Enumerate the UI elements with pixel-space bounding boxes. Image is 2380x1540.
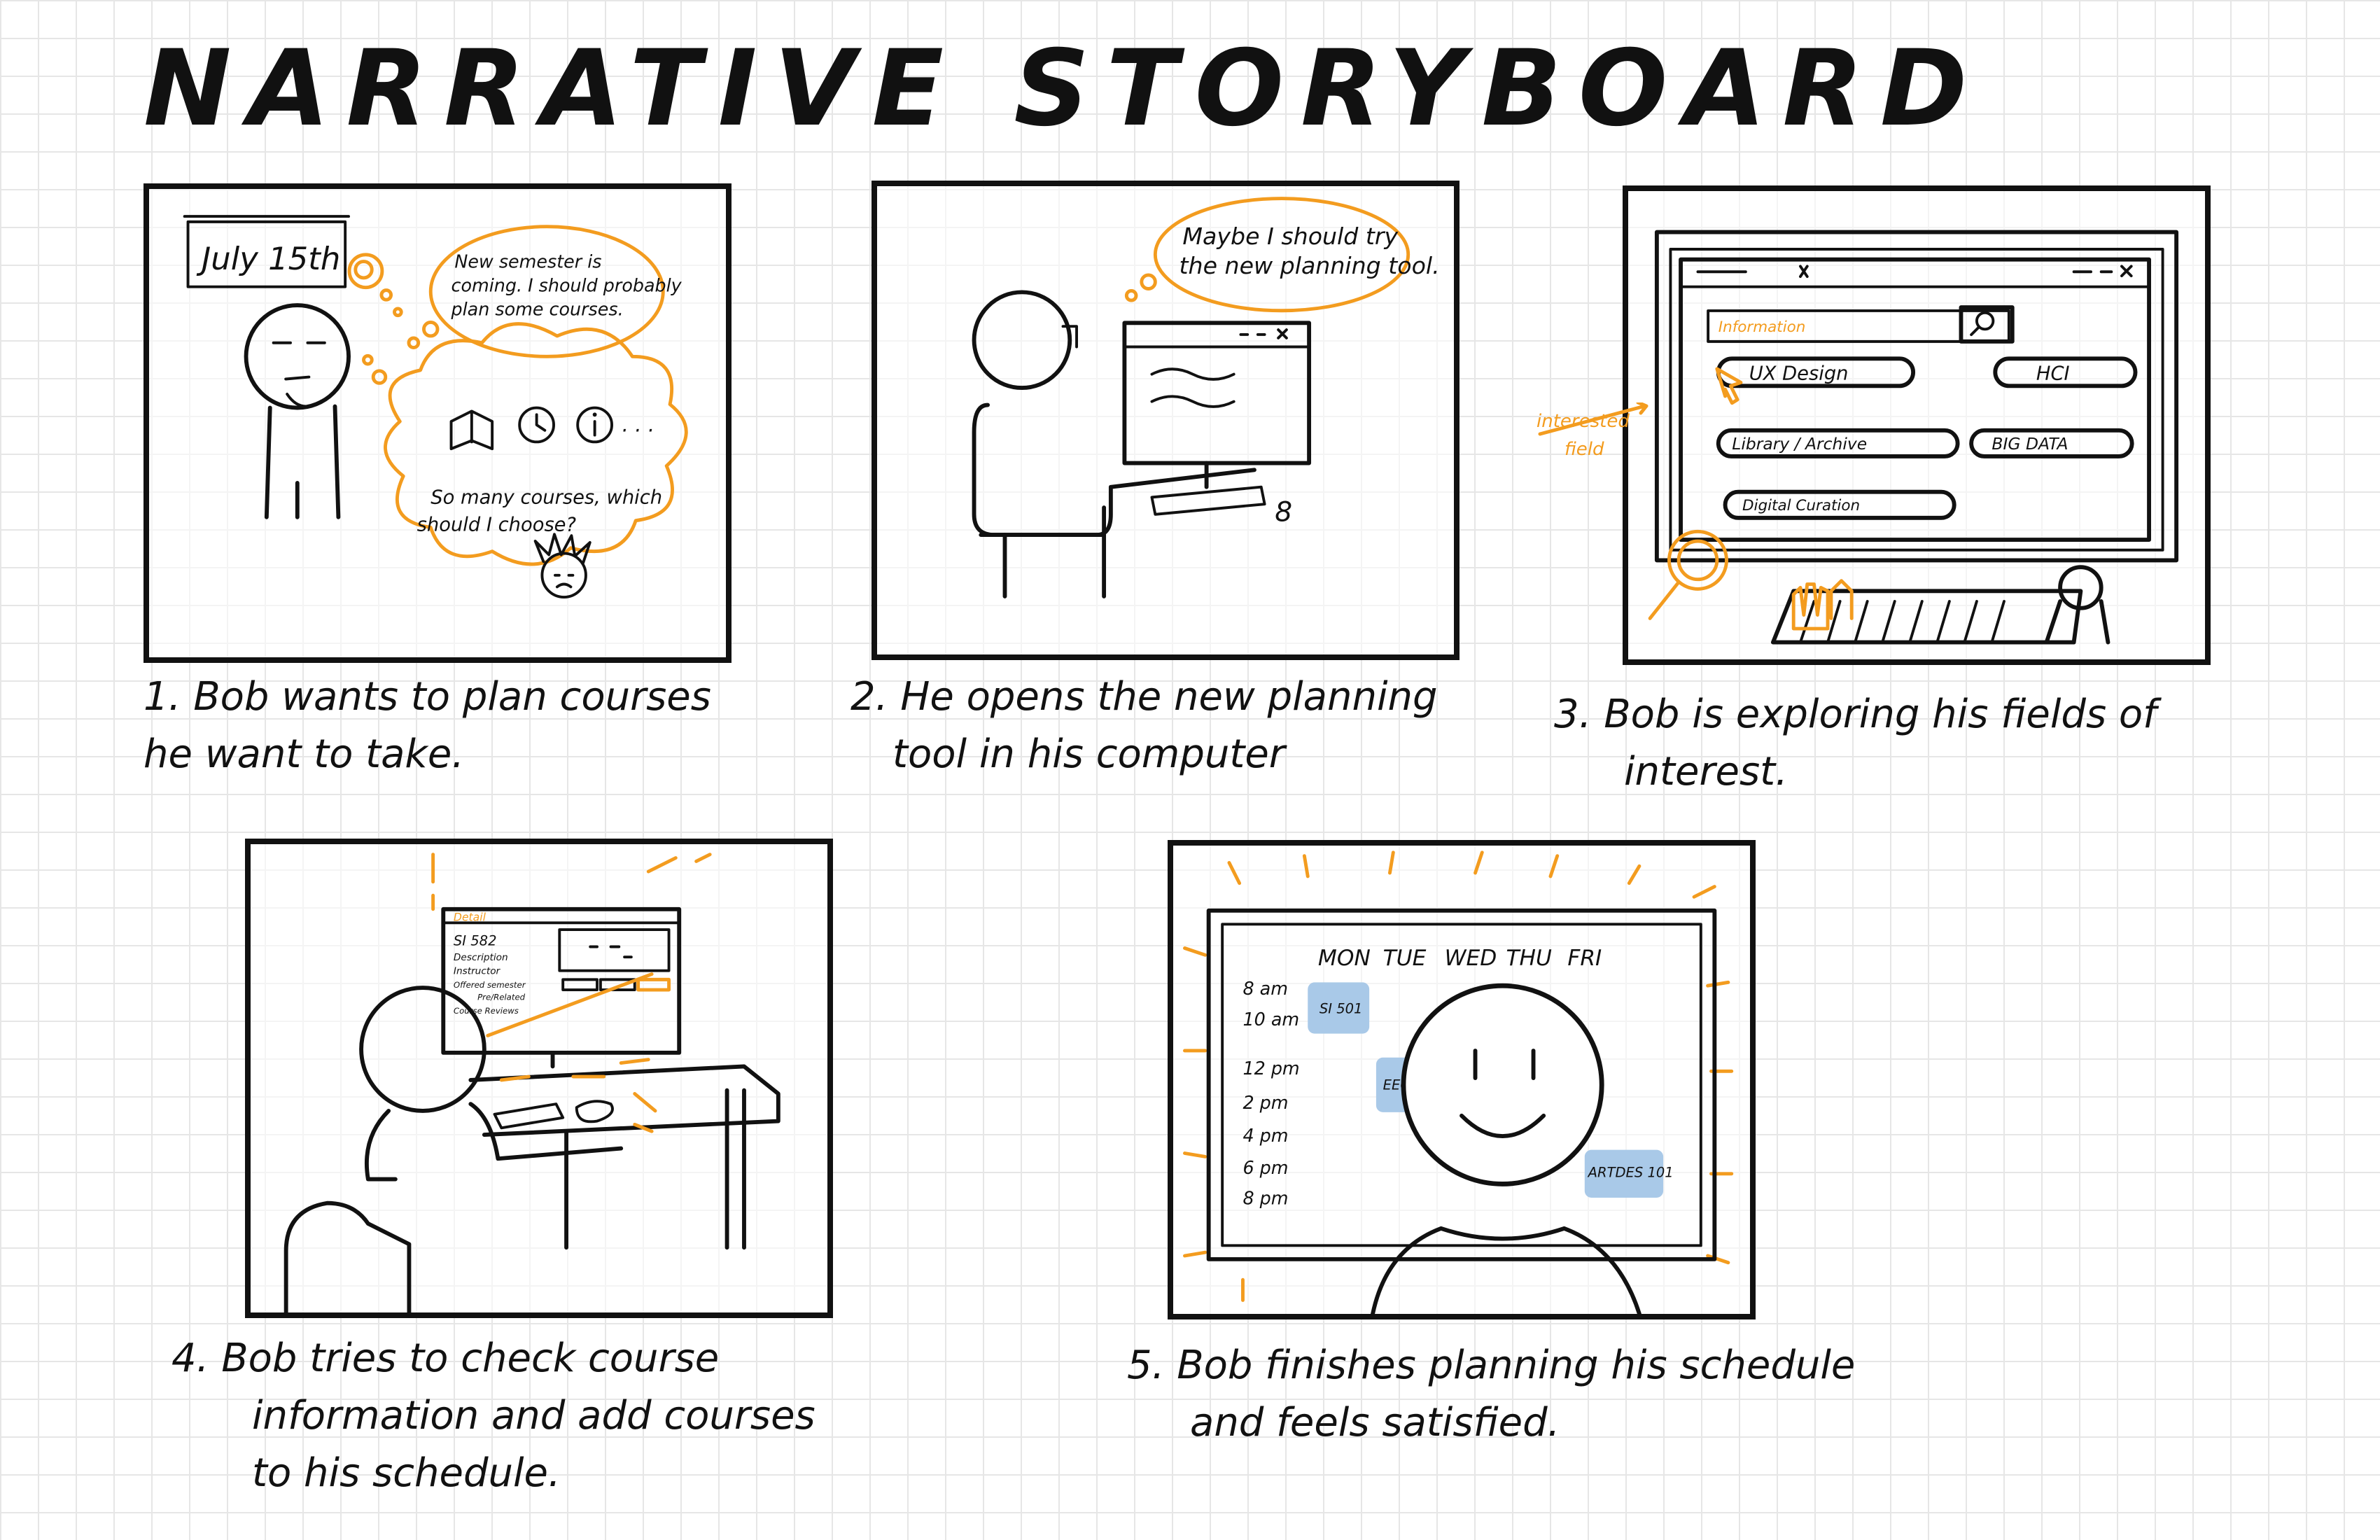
- field-big-data[interactable]: BIG DATA: [1969, 428, 2134, 458]
- svg-text:Digital Curation: Digital Curation: [1742, 497, 1860, 514]
- svg-text:Course Reviews: Course Reviews: [454, 1006, 519, 1016]
- confused-face-icon: [540, 552, 587, 599]
- day-mon: MON: [1318, 946, 1371, 971]
- svg-text:HCI: HCI: [2036, 363, 2070, 385]
- book-icon: [449, 410, 494, 451]
- magnifier-icon: [1648, 529, 1728, 620]
- bob-figure: [972, 290, 1256, 598]
- panel-4-illustration: Detail SI 582 Description Instructor Off…: [284, 853, 780, 1312]
- svg-text:8 am: 8 am: [1242, 978, 1287, 999]
- svg-text:BIG DATA: BIG DATA: [1991, 434, 2068, 454]
- course-block-artdes[interactable]: ARTDES 101: [1584, 1149, 1674, 1198]
- svg-text:Offered semester: Offered semester: [454, 980, 526, 990]
- storyboard-panel-1: July 15th New semester is coming. I shou…: [144, 183, 732, 663]
- thought-2-line-1: So many courses, which: [430, 486, 662, 508]
- panel-2-illustration: Maybe I should try the new planning tool…: [972, 197, 1440, 598]
- thought-1-line-1: New semester is: [454, 251, 601, 272]
- svg-text:ARTDES 101: ARTDES 101: [1587, 1165, 1674, 1181]
- day-tue: TUE: [1383, 946, 1427, 971]
- thought-line-2: the new planning tool.: [1180, 252, 1440, 279]
- caption-5: 5. Bob finishes planning his schedule an…: [1127, 1343, 1856, 1446]
- caption-4: 4. Bob tries to check course information…: [172, 1336, 816, 1496]
- interested-field-annotation: interested field: [1533, 400, 1659, 493]
- svg-text:SI 501: SI 501: [1320, 1000, 1363, 1016]
- search-input[interactable]: Information: [1718, 318, 1806, 336]
- field-library-archive[interactable]: Library / Archive: [1716, 428, 1960, 458]
- monitor-screen: Detail SI 582 Description Instructor Off…: [441, 906, 682, 1055]
- bob-figure: [284, 986, 624, 1312]
- search-bar[interactable]: Information: [1707, 305, 2015, 344]
- svg-text:. . .: . . .: [622, 413, 655, 437]
- caption-2: 2. He opens the new planning tool in his…: [850, 674, 1438, 777]
- calendar-date: July 15th: [196, 240, 340, 277]
- thought-bubble: Maybe I should try the new planning tool…: [1124, 197, 1440, 313]
- svg-text:6 pm: 6 pm: [1242, 1157, 1288, 1178]
- svg-text:field: field: [1564, 439, 1604, 460]
- thought-1-line-3: plan some courses.: [451, 299, 624, 320]
- caption-1: 1. Bob wants to plan courses he want to …: [144, 674, 711, 777]
- storyboard-panel-2: Maybe I should try the new planning tool…: [872, 181, 1460, 660]
- field-ux-design[interactable]: UX Design: [1716, 356, 1916, 388]
- caption-3: 3. Bob is exploring his fields of intere…: [1554, 692, 2157, 794]
- bob-figure: [244, 303, 351, 519]
- svg-text:Pre/Related: Pre/Related: [477, 993, 526, 1002]
- day-thu: THU: [1506, 946, 1552, 971]
- svg-text:SI 582: SI 582: [454, 933, 497, 949]
- storyboard-panel-5: MON TUE WED THU FRI 8 am 10 am 12 pm 2 p…: [1168, 840, 1756, 1320]
- svg-text:12 pm: 12 pm: [1242, 1058, 1299, 1079]
- panel-1-illustration: July 15th New semester is coming. I shou…: [183, 215, 688, 599]
- day-fri: FRI: [1567, 946, 1602, 971]
- tab-detail[interactable]: Detail: [454, 911, 486, 923]
- field-hci[interactable]: HCI: [1993, 356, 2138, 388]
- thought-cloud-2: . . . So many courses, which should I ch…: [362, 322, 688, 599]
- thought-2-line-2: should I choose?: [417, 514, 576, 536]
- panel-3-illustration: Information UX Design HCI Library / Arch…: [1648, 230, 2179, 645]
- svg-text:Library / Archive: Library / Archive: [1732, 434, 1867, 454]
- svg-text:8: 8: [1275, 497, 1292, 528]
- svg-text:Description: Description: [454, 952, 508, 963]
- thought-1-line-2: coming. I should probably: [451, 274, 682, 295]
- day-wed: WED: [1445, 946, 1497, 971]
- panel-5-illustration: MON TUE WED THU FRI 8 am 10 am 12 pm 2 p…: [1183, 850, 1734, 1314]
- thought-bubble-1: New semester is coming. I should probabl…: [407, 225, 682, 358]
- course-block-si501[interactable]: SI 501: [1308, 982, 1370, 1034]
- svg-text:8 pm: 8 pm: [1242, 1188, 1288, 1209]
- thought-line-1: Maybe I should try: [1182, 223, 1399, 250]
- page-title: NARRATIVE STORYBOARD: [144, 28, 1984, 150]
- svg-text:Instructor: Instructor: [454, 966, 501, 977]
- svg-text:10 am: 10 am: [1242, 1009, 1299, 1030]
- field-digital-curation[interactable]: Digital Curation: [1723, 489, 1956, 520]
- svg-text:UX Design: UX Design: [1749, 363, 1849, 385]
- svg-text:4 pm: 4 pm: [1242, 1125, 1288, 1146]
- storyboard-panel-3: Information UX Design HCI Library / Arch…: [1623, 186, 2211, 665]
- monitor-icon: 8: [1122, 321, 1312, 528]
- search-icon[interactable]: [1975, 311, 1995, 331]
- storyboard-panel-4: Detail SI 582 Description Instructor Off…: [245, 839, 833, 1318]
- svg-text:2 pm: 2 pm: [1242, 1092, 1288, 1113]
